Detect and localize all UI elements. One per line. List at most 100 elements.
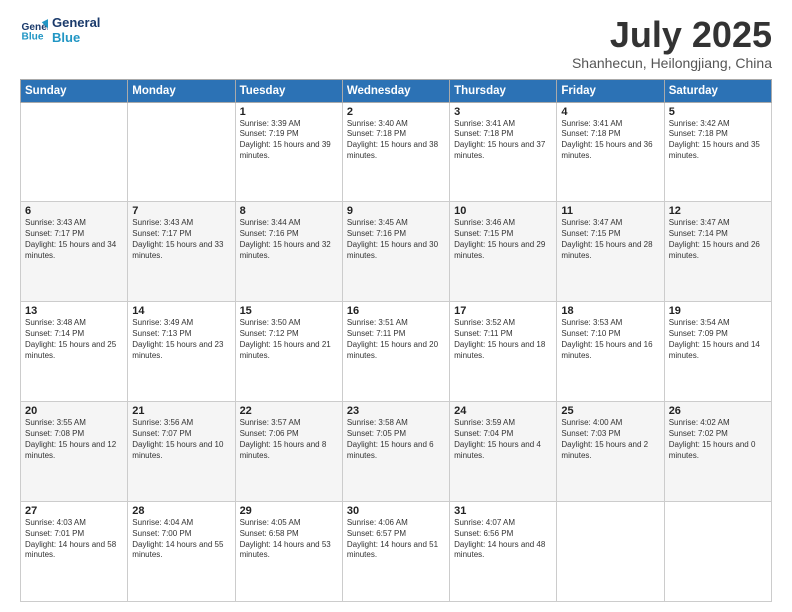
day-info: Sunrise: 3:49 AMSunset: 7:13 PMDaylight:…: [132, 318, 230, 361]
calendar-cell: 27Sunrise: 4:03 AMSunset: 7:01 PMDayligh…: [21, 502, 128, 602]
calendar-cell: 20Sunrise: 3:55 AMSunset: 7:08 PMDayligh…: [21, 402, 128, 502]
logo: General Blue General Blue: [20, 15, 100, 45]
calendar-cell: 14Sunrise: 3:49 AMSunset: 7:13 PMDayligh…: [128, 302, 235, 402]
day-info: Sunrise: 3:53 AMSunset: 7:10 PMDaylight:…: [561, 318, 659, 361]
calendar-cell: 31Sunrise: 4:07 AMSunset: 6:56 PMDayligh…: [450, 502, 557, 602]
day-info: Sunrise: 3:54 AMSunset: 7:09 PMDaylight:…: [669, 318, 767, 361]
calendar-cell: 16Sunrise: 3:51 AMSunset: 7:11 PMDayligh…: [342, 302, 449, 402]
weekday-header-saturday: Saturday: [664, 79, 771, 102]
day-number: 5: [669, 106, 767, 118]
day-info: Sunrise: 4:00 AMSunset: 7:03 PMDaylight:…: [561, 418, 659, 461]
calendar-cell: 17Sunrise: 3:52 AMSunset: 7:11 PMDayligh…: [450, 302, 557, 402]
calendar-cell: 1Sunrise: 3:39 AMSunset: 7:19 PMDaylight…: [235, 102, 342, 202]
day-number: 19: [669, 305, 767, 317]
title-block: July 2025 Shanhecun, Heilongjiang, China: [572, 15, 772, 71]
day-number: 20: [25, 405, 123, 417]
day-number: 11: [561, 205, 659, 217]
day-number: 12: [669, 205, 767, 217]
day-number: 18: [561, 305, 659, 317]
calendar-cell: [21, 102, 128, 202]
day-info: Sunrise: 4:04 AMSunset: 7:00 PMDaylight:…: [132, 518, 230, 561]
calendar-cell: 15Sunrise: 3:50 AMSunset: 7:12 PMDayligh…: [235, 302, 342, 402]
day-number: 31: [454, 505, 552, 517]
week-row-4: 20Sunrise: 3:55 AMSunset: 7:08 PMDayligh…: [21, 402, 772, 502]
day-info: Sunrise: 3:45 AMSunset: 7:16 PMDaylight:…: [347, 218, 445, 261]
calendar-cell: 23Sunrise: 3:58 AMSunset: 7:05 PMDayligh…: [342, 402, 449, 502]
day-number: 15: [240, 305, 338, 317]
day-number: 26: [669, 405, 767, 417]
day-number: 24: [454, 405, 552, 417]
calendar-cell: 6Sunrise: 3:43 AMSunset: 7:17 PMDaylight…: [21, 202, 128, 302]
weekday-header-wednesday: Wednesday: [342, 79, 449, 102]
calendar-cell: 9Sunrise: 3:45 AMSunset: 7:16 PMDaylight…: [342, 202, 449, 302]
weekday-header-friday: Friday: [557, 79, 664, 102]
day-info: Sunrise: 3:57 AMSunset: 7:06 PMDaylight:…: [240, 418, 338, 461]
day-info: Sunrise: 4:03 AMSunset: 7:01 PMDaylight:…: [25, 518, 123, 561]
day-info: Sunrise: 3:41 AMSunset: 7:18 PMDaylight:…: [454, 119, 552, 162]
day-info: Sunrise: 3:47 AMSunset: 7:14 PMDaylight:…: [669, 218, 767, 261]
logo-icon: General Blue: [20, 16, 48, 44]
calendar-cell: 12Sunrise: 3:47 AMSunset: 7:14 PMDayligh…: [664, 202, 771, 302]
day-number: 7: [132, 205, 230, 217]
location-title: Shanhecun, Heilongjiang, China: [572, 55, 772, 71]
calendar-cell: 24Sunrise: 3:59 AMSunset: 7:04 PMDayligh…: [450, 402, 557, 502]
weekday-header-row: SundayMondayTuesdayWednesdayThursdayFrid…: [21, 79, 772, 102]
day-info: Sunrise: 3:52 AMSunset: 7:11 PMDaylight:…: [454, 318, 552, 361]
calendar-cell: 10Sunrise: 3:46 AMSunset: 7:15 PMDayligh…: [450, 202, 557, 302]
day-number: 9: [347, 205, 445, 217]
calendar-cell: 3Sunrise: 3:41 AMSunset: 7:18 PMDaylight…: [450, 102, 557, 202]
day-info: Sunrise: 4:06 AMSunset: 6:57 PMDaylight:…: [347, 518, 445, 561]
day-number: 16: [347, 305, 445, 317]
day-info: Sunrise: 4:05 AMSunset: 6:58 PMDaylight:…: [240, 518, 338, 561]
day-number: 3: [454, 106, 552, 118]
weekday-header-tuesday: Tuesday: [235, 79, 342, 102]
calendar-cell: 29Sunrise: 4:05 AMSunset: 6:58 PMDayligh…: [235, 502, 342, 602]
day-number: 2: [347, 106, 445, 118]
calendar-cell: 30Sunrise: 4:06 AMSunset: 6:57 PMDayligh…: [342, 502, 449, 602]
svg-text:Blue: Blue: [22, 31, 44, 42]
weekday-header-thursday: Thursday: [450, 79, 557, 102]
weekday-header-monday: Monday: [128, 79, 235, 102]
calendar-cell: 4Sunrise: 3:41 AMSunset: 7:18 PMDaylight…: [557, 102, 664, 202]
page-header: General Blue General Blue July 2025 Shan…: [20, 15, 772, 71]
day-number: 23: [347, 405, 445, 417]
calendar-cell: [557, 502, 664, 602]
day-info: Sunrise: 4:07 AMSunset: 6:56 PMDaylight:…: [454, 518, 552, 561]
day-number: 6: [25, 205, 123, 217]
day-info: Sunrise: 3:51 AMSunset: 7:11 PMDaylight:…: [347, 318, 445, 361]
day-info: Sunrise: 3:56 AMSunset: 7:07 PMDaylight:…: [132, 418, 230, 461]
day-info: Sunrise: 3:46 AMSunset: 7:15 PMDaylight:…: [454, 218, 552, 261]
day-number: 4: [561, 106, 659, 118]
calendar-table: SundayMondayTuesdayWednesdayThursdayFrid…: [20, 79, 772, 602]
calendar-cell: 19Sunrise: 3:54 AMSunset: 7:09 PMDayligh…: [664, 302, 771, 402]
day-info: Sunrise: 3:55 AMSunset: 7:08 PMDaylight:…: [25, 418, 123, 461]
day-number: 14: [132, 305, 230, 317]
day-info: Sunrise: 3:43 AMSunset: 7:17 PMDaylight:…: [132, 218, 230, 261]
week-row-1: 1Sunrise: 3:39 AMSunset: 7:19 PMDaylight…: [21, 102, 772, 202]
day-info: Sunrise: 4:02 AMSunset: 7:02 PMDaylight:…: [669, 418, 767, 461]
calendar-cell: 13Sunrise: 3:48 AMSunset: 7:14 PMDayligh…: [21, 302, 128, 402]
calendar-cell: 18Sunrise: 3:53 AMSunset: 7:10 PMDayligh…: [557, 302, 664, 402]
calendar-cell: 2Sunrise: 3:40 AMSunset: 7:18 PMDaylight…: [342, 102, 449, 202]
day-info: Sunrise: 3:48 AMSunset: 7:14 PMDaylight:…: [25, 318, 123, 361]
day-info: Sunrise: 3:50 AMSunset: 7:12 PMDaylight:…: [240, 318, 338, 361]
day-number: 10: [454, 205, 552, 217]
calendar-cell: 28Sunrise: 4:04 AMSunset: 7:00 PMDayligh…: [128, 502, 235, 602]
day-info: Sunrise: 3:40 AMSunset: 7:18 PMDaylight:…: [347, 119, 445, 162]
day-info: Sunrise: 3:41 AMSunset: 7:18 PMDaylight:…: [561, 119, 659, 162]
calendar-cell: [128, 102, 235, 202]
day-number: 1: [240, 106, 338, 118]
day-number: 27: [25, 505, 123, 517]
day-number: 22: [240, 405, 338, 417]
week-row-5: 27Sunrise: 4:03 AMSunset: 7:01 PMDayligh…: [21, 502, 772, 602]
calendar-cell: 22Sunrise: 3:57 AMSunset: 7:06 PMDayligh…: [235, 402, 342, 502]
weekday-header-sunday: Sunday: [21, 79, 128, 102]
day-number: 29: [240, 505, 338, 517]
day-info: Sunrise: 3:42 AMSunset: 7:18 PMDaylight:…: [669, 119, 767, 162]
calendar-cell: 8Sunrise: 3:44 AMSunset: 7:16 PMDaylight…: [235, 202, 342, 302]
day-number: 8: [240, 205, 338, 217]
calendar-cell: 25Sunrise: 4:00 AMSunset: 7:03 PMDayligh…: [557, 402, 664, 502]
calendar-cell: 26Sunrise: 4:02 AMSunset: 7:02 PMDayligh…: [664, 402, 771, 502]
day-info: Sunrise: 3:59 AMSunset: 7:04 PMDaylight:…: [454, 418, 552, 461]
day-number: 21: [132, 405, 230, 417]
